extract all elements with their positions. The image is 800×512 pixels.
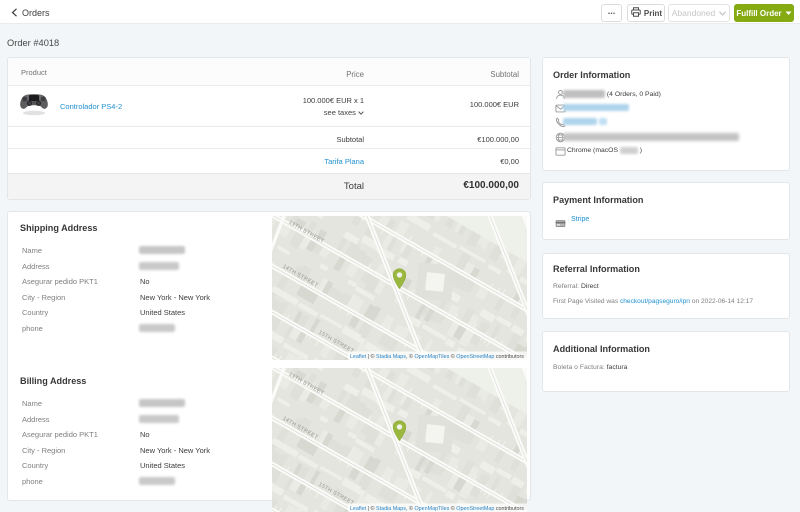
svg-text:Leaflet | © Stadia Maps, © Ope: Leaflet | © Stadia Maps, © OpenMapTiles …	[350, 353, 524, 360]
svg-text:Leaflet | © Stadia Maps, © Ope: Leaflet | © Stadia Maps, © OpenMapTiles …	[350, 505, 524, 512]
